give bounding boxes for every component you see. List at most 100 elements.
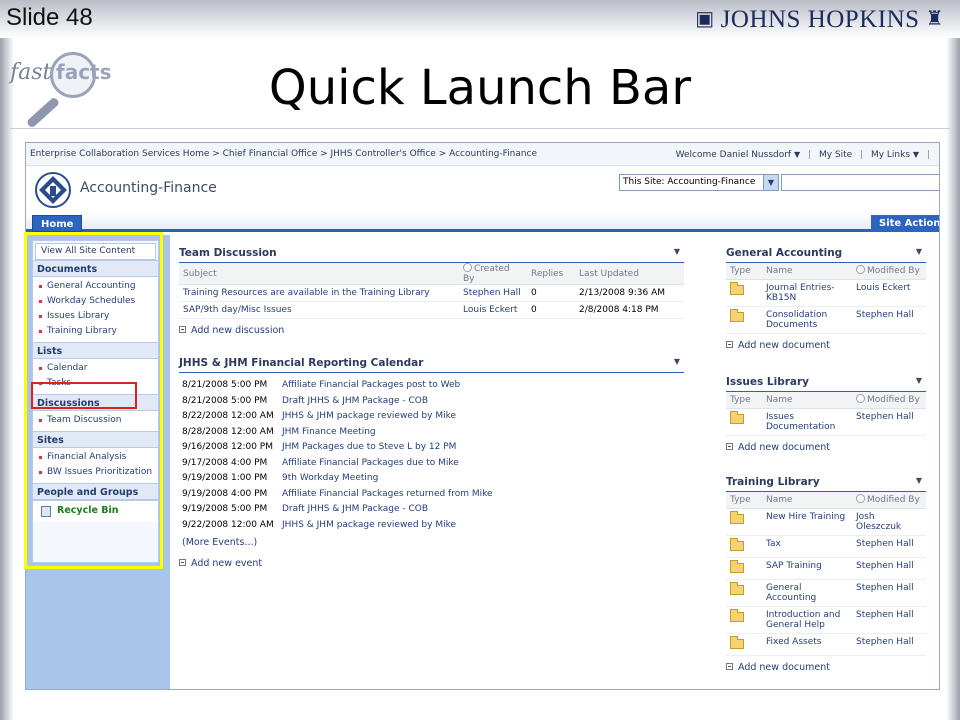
col-name[interactable]: Name — [762, 263, 852, 280]
col-type[interactable]: Type — [726, 392, 762, 409]
webpart-title[interactable]: JHHS & JHM Financial Reporting Calendar … — [179, 357, 684, 373]
document-table: Type Name Modified By Issues Documentati… — [726, 392, 926, 436]
ql-item-financial-analysis[interactable]: Financial Analysis — [33, 450, 158, 465]
my-site-link[interactable]: My Site — [819, 150, 852, 160]
slide-title: Quick Launch Bar — [268, 60, 692, 116]
modified-by[interactable]: Stephen Hall — [852, 579, 926, 607]
col-replies[interactable]: Replies — [527, 263, 575, 285]
document-name[interactable]: Introduction and General Help — [762, 606, 852, 634]
modified-by[interactable]: Stephen Hall — [852, 535, 926, 558]
event-title[interactable]: Affiliate Financial Packages post to Web — [282, 380, 460, 390]
col-last-updated[interactable]: Last Updated — [575, 263, 684, 285]
site-logo-icon — [35, 172, 71, 208]
col-type[interactable]: Type — [726, 263, 762, 280]
modified-by[interactable]: Louis Eckert — [852, 279, 926, 307]
document-name[interactable]: Consolidation Documents — [762, 306, 852, 334]
add-event-label: Add new event — [191, 558, 263, 569]
discussion-replies: 0 — [527, 284, 575, 302]
add-new-discussion-link[interactable]: Add new discussion — [179, 325, 684, 336]
chevron-down-icon[interactable]: ▼ — [913, 150, 919, 159]
ql-heading-sites[interactable]: Sites — [33, 431, 158, 448]
event-title[interactable]: Affiliate Financial Packages returned fr… — [282, 489, 493, 499]
event-title[interactable]: JHM Finance Meeting — [282, 427, 376, 437]
document-name[interactable]: New Hire Training — [762, 508, 852, 536]
event-title[interactable]: JHHS & JHM package reviewed by Mike — [282, 520, 456, 530]
add-icon — [726, 340, 733, 348]
document-name[interactable]: General Accounting — [762, 579, 852, 607]
ql-item-training-library[interactable]: Training Library — [33, 324, 158, 339]
modified-by[interactable]: Stephen Hall — [852, 633, 926, 656]
ql-item-tasks[interactable]: Tasks — [33, 376, 158, 391]
col-subject[interactable]: Subject — [179, 263, 459, 285]
chevron-down-icon[interactable]: ▼ — [794, 150, 800, 159]
document-name[interactable]: Issues Documentation — [762, 408, 852, 436]
webpart-title[interactable]: General Accounting ▼ — [726, 247, 926, 263]
webpart-menu-icon[interactable]: ▼ — [916, 476, 922, 485]
search-input[interactable] — [781, 174, 939, 191]
search-scope-select[interactable]: This Site: Accounting-Finance ▼ — [619, 174, 779, 191]
chevron-down-icon[interactable]: ▼ — [763, 175, 778, 190]
discussion-subject[interactable]: SAP/9th day/Misc Issues — [179, 301, 459, 319]
event-title[interactable]: JHHS & JHM package reviewed by Mike — [282, 411, 456, 421]
modified-by[interactable]: Stephen Hall — [852, 606, 926, 634]
ql-heading-documents[interactable]: Documents — [33, 260, 158, 277]
ql-heading-lists[interactable]: Lists — [33, 342, 158, 359]
event-title[interactable]: Draft JHHS & JHM Package - COB — [282, 396, 428, 406]
col-type[interactable]: Type — [726, 492, 762, 509]
webpart-title[interactable]: Training Library ▼ — [726, 476, 926, 492]
add-new-document-link[interactable]: Add new document — [726, 662, 926, 673]
ql-item-general-accounting[interactable]: General Accounting — [33, 279, 158, 294]
webpart-menu-icon[interactable]: ▼ — [674, 357, 680, 366]
separator: | — [926, 150, 930, 160]
ql-item-bw-issues[interactable]: BW Issues Prioritization — [33, 465, 158, 480]
add-new-event-link[interactable]: Add new event — [179, 558, 684, 569]
col-modified-by[interactable]: Modified By — [852, 392, 926, 409]
ql-heading-people-and-groups[interactable]: People and Groups — [33, 483, 158, 500]
discussion-subject[interactable]: Training Resources are available in the … — [179, 284, 459, 302]
modified-by[interactable]: Stephen Hall — [852, 408, 926, 436]
folder-icon — [730, 559, 744, 573]
event-title[interactable]: 9th Workday Meeting — [282, 473, 378, 483]
col-modified-by[interactable]: Modified By — [852, 263, 926, 280]
site-title[interactable]: Accounting-Finance — [80, 180, 217, 196]
col-modified-by[interactable]: Modified By — [852, 492, 926, 509]
ql-item-workday-schedules[interactable]: Workday Schedules — [33, 294, 158, 309]
training-library-title: Training Library — [726, 476, 820, 488]
ql-item-calendar[interactable]: Calendar — [33, 361, 158, 376]
recycle-bin-link[interactable]: Recycle Bin — [33, 500, 158, 522]
modified-by[interactable]: Josh Oleszczuk — [852, 508, 926, 536]
document-name[interactable]: Tax — [762, 535, 852, 558]
col-created-by[interactable]: Created By — [459, 263, 527, 285]
webpart-title[interactable]: Issues Library ▼ — [726, 376, 926, 392]
col-name[interactable]: Name — [762, 492, 852, 509]
modified-by[interactable]: Stephen Hall — [852, 306, 926, 334]
site-actions-menu[interactable]: Site Actions — [871, 215, 939, 232]
welcome-menu[interactable]: Welcome Daniel Nussdorf — [676, 150, 791, 160]
event-title[interactable]: Affiliate Financial Packages due to Mike — [282, 458, 459, 468]
webpart-title[interactable]: Team Discussion ▼ — [179, 247, 684, 263]
col-name[interactable]: Name — [762, 392, 852, 409]
presence-icon — [463, 263, 472, 272]
view-all-site-content-link[interactable]: View All Site Content — [35, 243, 156, 260]
webpart-menu-icon[interactable]: ▼ — [674, 247, 680, 256]
event-title[interactable]: Draft JHHS & JHM Package - COB — [282, 504, 428, 514]
breadcrumb[interactable]: Enterprise Collaboration Services Home >… — [30, 143, 537, 166]
more-events-link[interactable]: (More Events...) — [182, 537, 684, 548]
ql-item-issues-library[interactable]: Issues Library — [33, 309, 158, 324]
document-name[interactable]: Fixed Assets — [762, 633, 852, 656]
my-links-menu[interactable]: My Links — [871, 150, 910, 160]
ql-item-team-discussion[interactable]: Team Discussion — [33, 413, 158, 428]
ql-heading-discussions[interactable]: Discussions — [33, 394, 158, 411]
add-new-document-link[interactable]: Add new document — [726, 340, 926, 351]
webpart-menu-icon[interactable]: ▼ — [916, 376, 922, 385]
document-name[interactable]: SAP Training — [762, 557, 852, 580]
document-name[interactable]: Journal Entries- KB15N — [762, 279, 852, 307]
event-title[interactable]: JHM Packages due to Steve L by 12 PM — [282, 442, 456, 452]
discussion-author[interactable]: Stephen Hall — [459, 284, 527, 302]
webpart-menu-icon[interactable]: ▼ — [916, 247, 922, 256]
table-header-row: Type Name Modified By — [726, 392, 926, 409]
discussion-author[interactable]: Louis Eckert — [459, 301, 527, 319]
modified-by[interactable]: Stephen Hall — [852, 557, 926, 580]
add-new-document-link[interactable]: Add new document — [726, 442, 926, 453]
tab-home[interactable]: Home — [32, 215, 83, 232]
